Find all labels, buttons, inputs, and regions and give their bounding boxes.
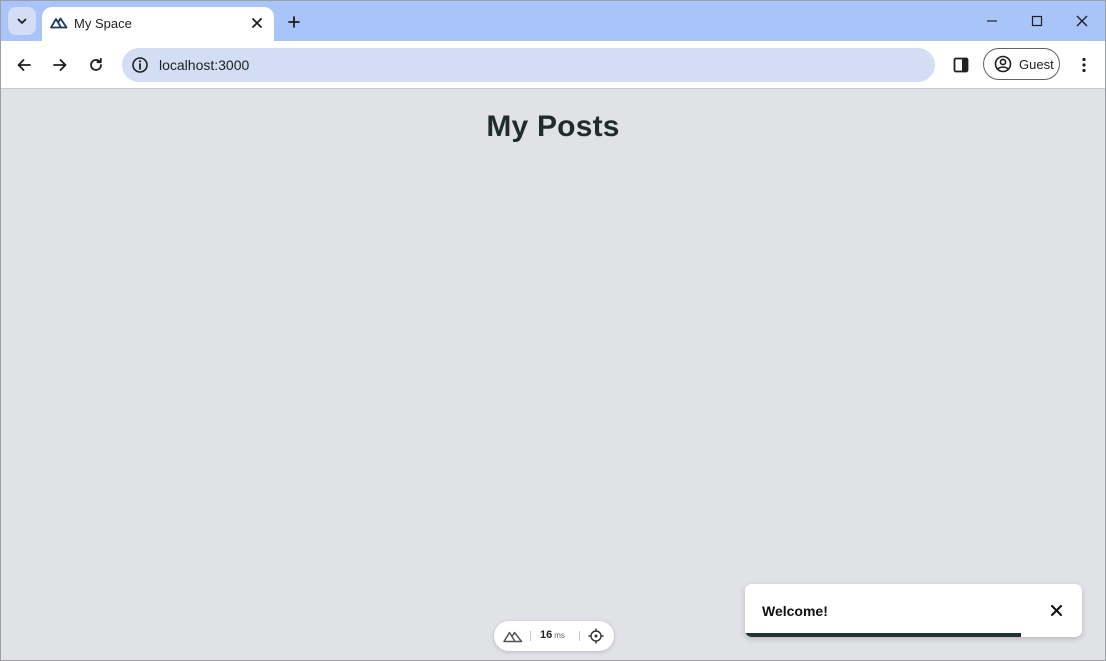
back-button[interactable] (9, 50, 39, 80)
chevron-down-icon (17, 18, 27, 24)
profile-label: Guest (1019, 57, 1054, 72)
toast-progress-bar (745, 633, 1022, 637)
tab-strip: My Space (1, 1, 1105, 41)
tab-title: My Space (74, 16, 132, 31)
render-time-unit: ms (554, 631, 565, 640)
tab-close-button[interactable] (246, 12, 268, 34)
browser-window: My Space localhost:3000 Guest My Posts 1… (0, 0, 1106, 661)
render-time-value: 16 (540, 629, 553, 641)
toast-message: Welcome! (762, 603, 828, 619)
new-tab-button[interactable] (282, 10, 306, 34)
devtools-divider (530, 631, 531, 641)
site-info-button[interactable] (130, 55, 150, 75)
nuxt-logo-icon (50, 17, 68, 29)
close-icon (252, 18, 262, 28)
maximize-button[interactable] (1015, 5, 1059, 37)
forward-button[interactable] (45, 50, 75, 80)
page-viewport: My Posts 16 ms Welcome! (1, 89, 1105, 660)
close-window-button[interactable] (1060, 5, 1104, 37)
nuxt-logo-icon (503, 631, 523, 643)
more-vertical-icon (1082, 57, 1086, 73)
devtools-divider (579, 631, 580, 641)
tab-my-space[interactable]: My Space (42, 7, 274, 41)
toast-close-button[interactable] (1046, 600, 1066, 620)
close-icon (1076, 15, 1088, 27)
nuxt-devtools-bar[interactable]: 16 ms (494, 621, 614, 651)
toast-progress-track (745, 633, 1082, 637)
tab-search-button[interactable] (8, 7, 36, 35)
page-title: My Posts (486, 110, 620, 143)
account-circle-icon (994, 55, 1012, 73)
address-url: localhost:3000 (159, 57, 250, 73)
reload-button[interactable] (81, 50, 111, 80)
component-inspector-icon[interactable] (588, 628, 604, 644)
browser-toolbar: localhost:3000 Guest (1, 41, 1105, 89)
arrow-left-icon (17, 59, 31, 71)
info-icon (132, 57, 148, 73)
arrow-right-icon (53, 59, 67, 71)
side-panel-button[interactable] (947, 50, 975, 80)
side-panel-icon (953, 57, 969, 73)
plus-icon (288, 16, 300, 28)
close-icon (1050, 604, 1062, 616)
browser-menu-button[interactable] (1071, 50, 1097, 80)
minimize-button[interactable] (970, 5, 1014, 37)
profile-button[interactable]: Guest (983, 48, 1060, 80)
render-time-readout: 16 ms (540, 629, 565, 641)
welcome-toast: Welcome! (745, 584, 1082, 637)
reload-icon (90, 57, 102, 71)
maximize-icon (1031, 15, 1043, 27)
minimize-icon (987, 20, 997, 22)
address-bar[interactable]: localhost:3000 (122, 48, 935, 82)
